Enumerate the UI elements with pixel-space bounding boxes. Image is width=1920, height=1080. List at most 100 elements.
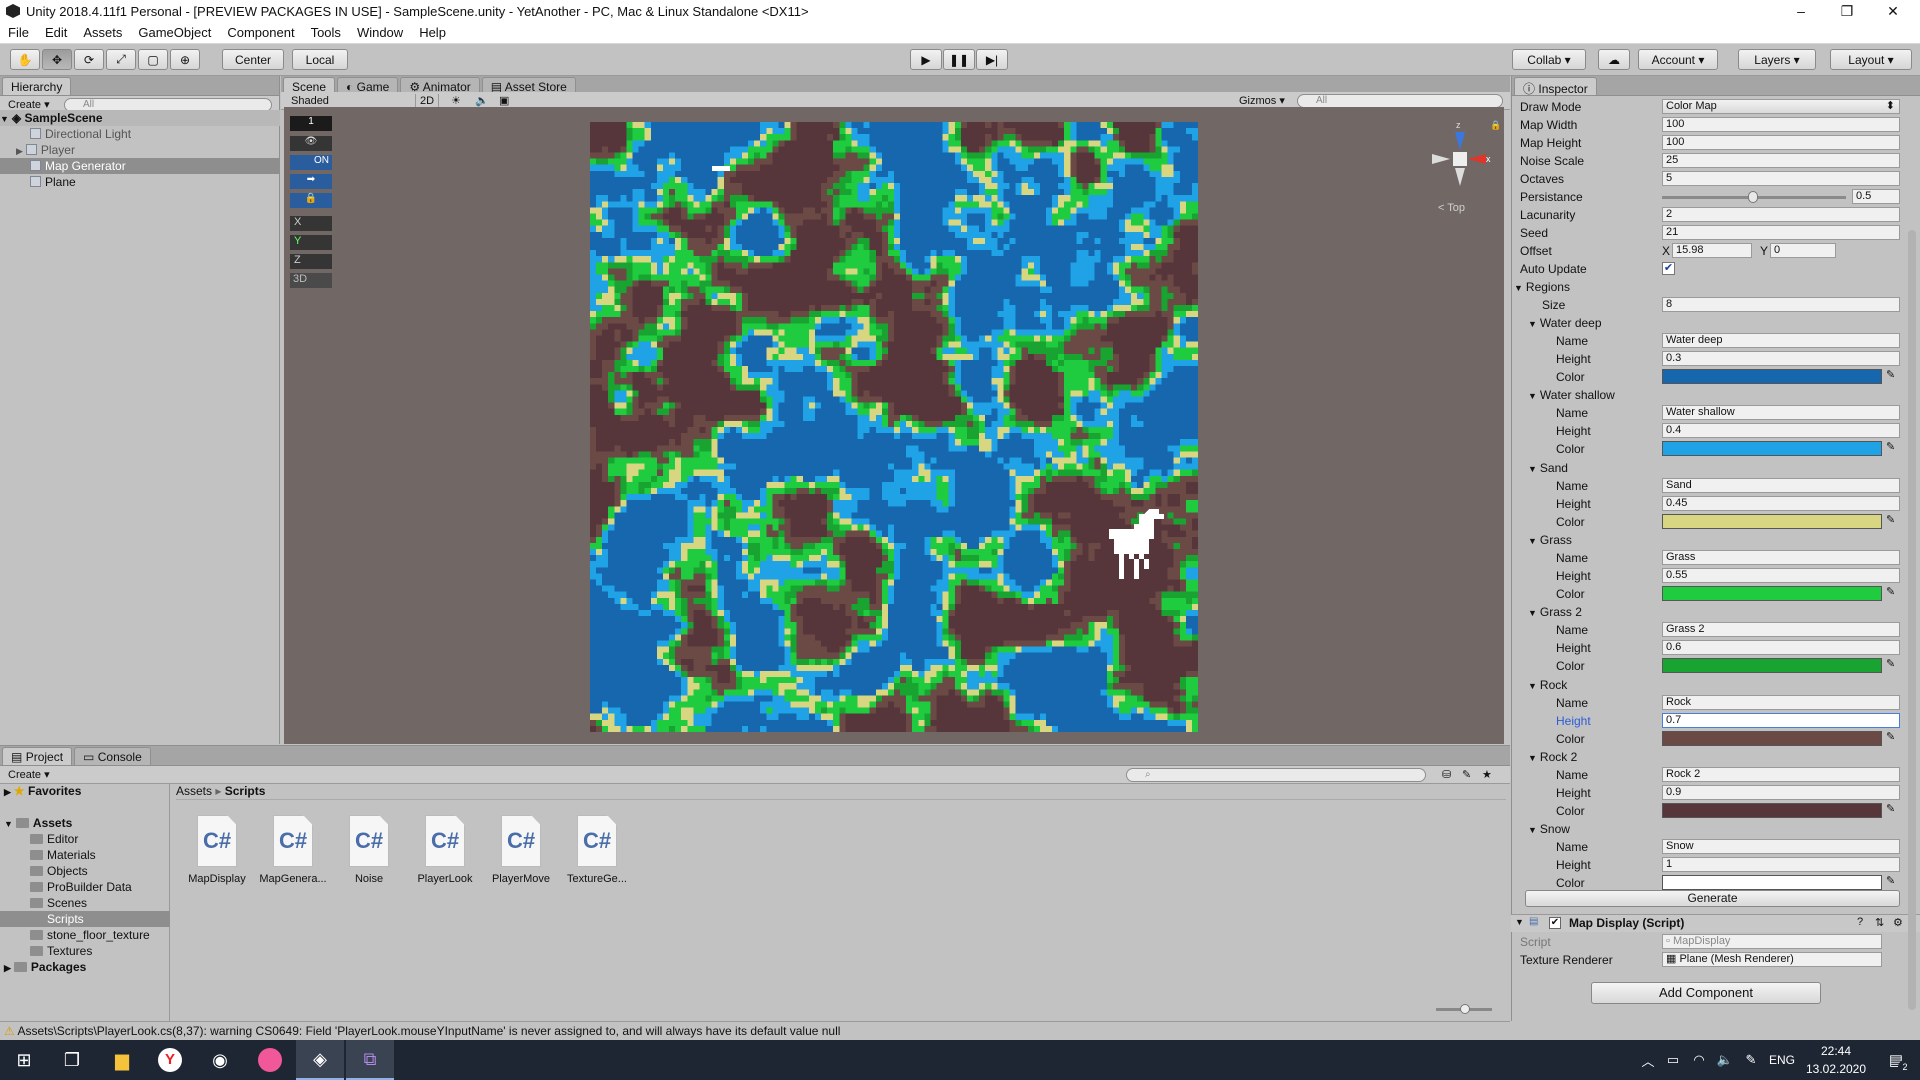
map-cell [887, 433, 894, 440]
map-cell [1191, 311, 1198, 318]
map-cell [699, 250, 706, 257]
visibility-icon[interactable]: 👁 [290, 136, 332, 151]
map-cell [960, 183, 967, 190]
map-cell [942, 311, 949, 318]
axis-x-toggle[interactable]: X [290, 216, 332, 231]
hand-tool-icon[interactable]: ✋ [10, 49, 40, 70]
menu-assets[interactable]: Assets [75, 25, 130, 40]
close-button[interactable]: ✕ [1870, 0, 1916, 22]
toggle-on-button[interactable]: ON [290, 155, 332, 170]
audio-toggle-icon[interactable]: 🔈 [471, 94, 493, 108]
map-cell [857, 420, 864, 427]
hierarchy-item-directional-light[interactable]: Directional Light [0, 126, 280, 142]
map-cell [1058, 439, 1065, 446]
map-cell [711, 152, 718, 159]
map-cell [887, 384, 894, 391]
map-cell [1015, 274, 1022, 281]
hierarchy-item-player[interactable]: ▶ Player [0, 142, 280, 158]
account-dropdown[interactable]: Account ▾ [1638, 49, 1718, 70]
shading-mode-dropdown[interactable]: Shaded [287, 94, 407, 108]
menu-gameobject[interactable]: GameObject [130, 25, 219, 40]
map-cell [1131, 451, 1138, 458]
map-cell [1009, 329, 1016, 336]
pause-button[interactable]: ❚❚ [943, 49, 975, 70]
map-cell [1046, 439, 1053, 446]
map-cell [1003, 134, 1010, 141]
map-cell [626, 427, 633, 434]
collab-button[interactable]: Collab ▾ [1512, 49, 1586, 70]
map-cell [997, 347, 1004, 354]
map-cell [985, 378, 992, 385]
step-button[interactable]: ▶| [976, 49, 1008, 70]
scale-tool-icon[interactable]: ⤢ [106, 49, 136, 70]
map-cell [930, 420, 937, 427]
expand-icon[interactable]: ▼ [0, 114, 9, 124]
snap-arrow-icon[interactable]: ➡ [290, 174, 332, 189]
tool-strip-number[interactable]: 1 [290, 116, 332, 131]
layers-dropdown[interactable]: Layers ▾ [1738, 49, 1816, 70]
map-cell [839, 298, 846, 305]
menu-edit[interactable]: Edit [37, 25, 75, 40]
map-cell [1179, 250, 1186, 257]
layout-dropdown[interactable]: Layout ▾ [1830, 49, 1912, 70]
pivot-center-button[interactable]: Center [222, 49, 284, 70]
minimize-button[interactable]: – [1778, 0, 1824, 22]
map-cell [991, 152, 998, 159]
2d-toggle[interactable]: 2D [415, 94, 440, 108]
map-cell [924, 335, 931, 342]
map-cell [1027, 445, 1034, 452]
map-cell [626, 408, 633, 415]
map-cell [954, 207, 961, 214]
map-cell [614, 329, 621, 336]
gizmos-dropdown[interactable]: Gizmos ▾ [1235, 94, 1289, 108]
lighting-toggle-icon[interactable]: ☀ [447, 94, 465, 108]
map-cell [632, 237, 639, 244]
space-local-button[interactable]: Local [292, 49, 348, 70]
rotate-tool-icon[interactable]: ⟳ [74, 49, 104, 70]
3d-toggle[interactable]: 3D [290, 273, 332, 288]
collapse-arrow-icon[interactable]: ▶ [16, 146, 23, 156]
hierarchy-item-map-generator[interactable]: Map Generator [0, 158, 280, 174]
cloud-button[interactable]: ☁ [1598, 49, 1630, 70]
rect-tool-icon[interactable]: ▢ [138, 49, 168, 70]
map-cell [1070, 353, 1077, 360]
map-cell [881, 122, 888, 129]
map-cell [662, 164, 670, 171]
map-cell [954, 231, 961, 238]
map-cell [644, 402, 651, 409]
map-cell [936, 390, 943, 397]
map-cell [973, 408, 980, 415]
menu-tools[interactable]: Tools [303, 25, 349, 40]
map-cell [644, 390, 651, 397]
menu-bar: File Edit Assets GameObject Component To… [0, 22, 1920, 44]
transform-tool-icon[interactable]: ⊕ [170, 49, 200, 70]
map-cell [778, 359, 785, 366]
menu-component[interactable]: Component [219, 25, 302, 40]
maximize-button[interactable]: ❐ [1824, 0, 1870, 22]
map-cell [985, 439, 992, 446]
play-button[interactable]: ▶ [910, 49, 942, 70]
lock-icon[interactable]: 🔒 [290, 193, 332, 208]
menu-file[interactable]: File [0, 25, 37, 40]
map-cell [1039, 433, 1046, 440]
menu-help[interactable]: Help [411, 25, 454, 40]
map-cell [900, 280, 907, 287]
map-cell [675, 225, 682, 232]
effects-toggle-icon[interactable]: ▣ [495, 94, 513, 108]
map-cell [979, 298, 986, 305]
map-cell [991, 311, 998, 318]
map-cell [1106, 213, 1113, 220]
axis-z-toggle[interactable]: Z [290, 254, 332, 269]
move-tool-icon[interactable]: ✥ [42, 49, 72, 70]
map-cell [930, 237, 937, 244]
axis-y-toggle[interactable]: Y [290, 235, 332, 250]
map-cell [662, 237, 670, 244]
map-cell [620, 323, 627, 330]
map-cell [1118, 164, 1126, 171]
map-cell [608, 134, 615, 141]
scene-search-input[interactable]: All [1297, 94, 1503, 108]
tab-hierarchy[interactable]: Hierarchy [2, 77, 72, 95]
hierarchy-item-plane[interactable]: Plane [0, 174, 280, 190]
menu-window[interactable]: Window [349, 25, 411, 40]
scene-root-row[interactable]: ▼ ◈ SampleScene [0, 110, 280, 126]
